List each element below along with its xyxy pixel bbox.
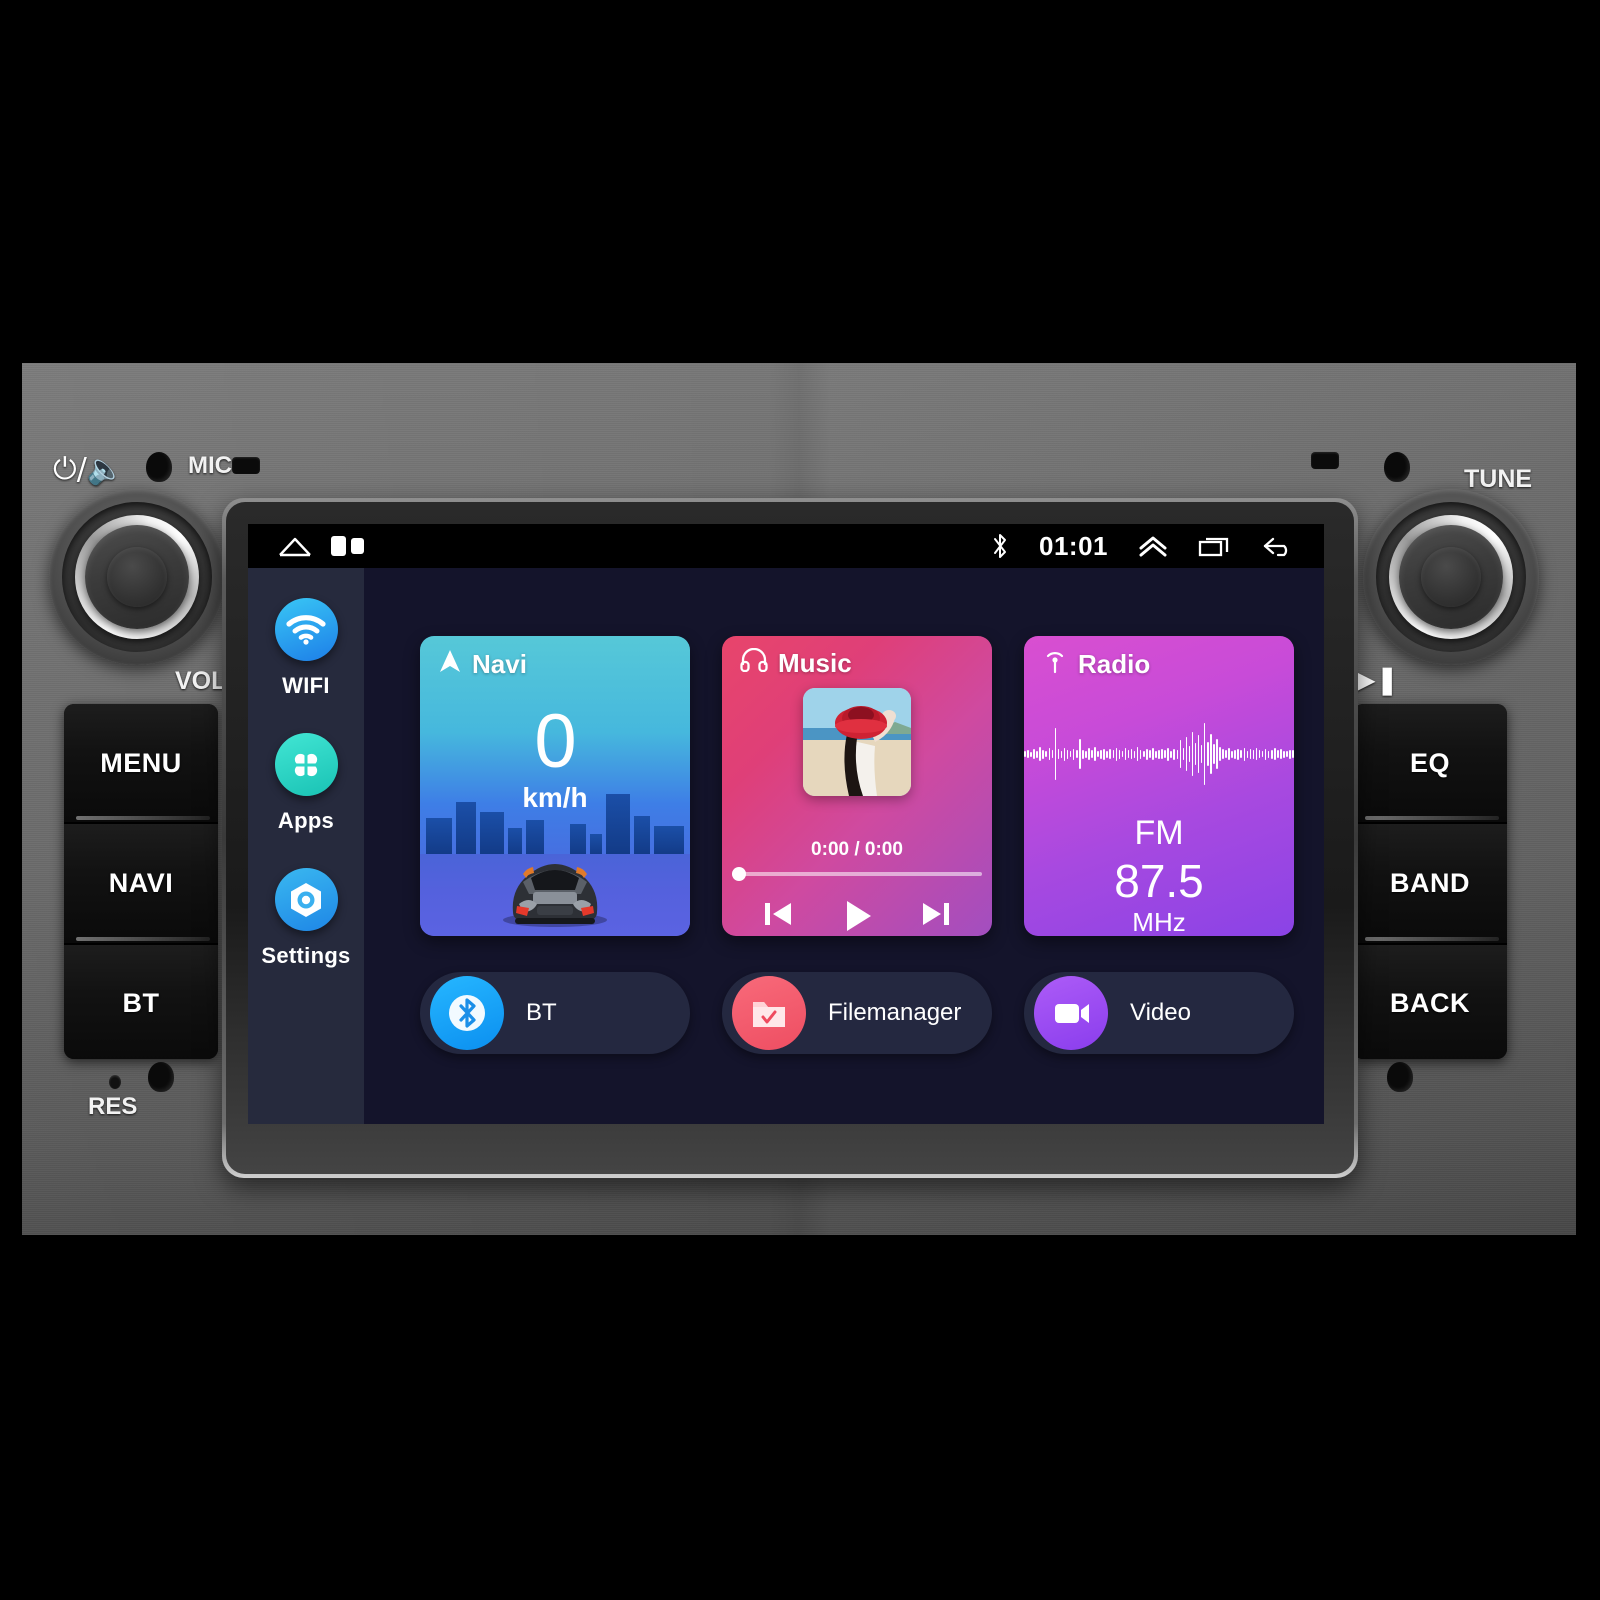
screenshot-root: ⏻/🔈 MIC VOL MENU NAVI BT RES TUNE ▶❚ EQ … [0,0,1600,1600]
bluetooth-icon [991,532,1009,560]
reset-pinhole[interactable] [109,1075,121,1089]
navi-card[interactable]: Navi 0 km/h [420,636,690,936]
radio-card[interactable]: Radio FM 87.5 MHz [1024,636,1294,936]
sidebar-item-settings[interactable]: Settings [261,868,350,969]
sidebar-item-label: WIFI [282,673,330,698]
left-button-stack: MENU NAVI BT [64,704,218,1059]
navi-card-title: Navi [472,649,527,679]
reset-label: RES [88,1093,138,1120]
hw-button-bt[interactable]: BT [64,942,218,1059]
radio-broadcast-icon [1042,648,1068,681]
navi-card-header: Navi [438,648,527,681]
tune-knob-label: TUNE [1464,465,1533,493]
shortcut-filemanager[interactable]: Filemanager [722,972,992,1054]
navigation-arrow-icon [438,648,462,681]
play-pause-icon: ▶❚ [1354,663,1399,696]
volume-knob-center [107,547,167,607]
screw-hole [1384,452,1410,482]
home-icon[interactable] [278,534,312,558]
radio-card-header: Radio [1042,648,1150,681]
seek-handle[interactable] [732,867,746,881]
sidebar-item-wifi[interactable]: WIFI [274,598,338,699]
shortcut-row: BT Filemanager Video [420,972,1294,1054]
status-clock: 01:01 [1039,530,1108,561]
video-camera-icon [1034,976,1108,1050]
radio-readout: FM 87.5 MHz [1024,814,1294,936]
home-screen-main: Navi 0 km/h Music 0:00 / 0:00 Radio FM 8… [364,568,1324,1124]
chevron-up-icon[interactable] [1138,534,1168,558]
shortcut-label: Filemanager [828,999,962,1026]
hw-button-menu[interactable]: MENU [64,704,218,823]
speed-value: 0 [534,699,576,784]
tune-knob[interactable] [1363,489,1539,665]
screw-hole [148,1062,174,1092]
split-screen-icon[interactable] [330,535,366,557]
recents-square-icon[interactable] [1198,534,1232,558]
widget-card-row: Navi 0 km/h Music 0:00 / 0:00 Radio FM 8… [420,636,1294,936]
shortcut-label: Video [1130,999,1191,1026]
album-art [803,688,911,796]
sidebar-item-apps[interactable]: Apps [274,733,338,834]
music-card-title: Music [778,648,852,678]
hw-button-back[interactable]: BACK [1353,942,1507,1059]
music-time: 0:00 / 0:00 [811,839,903,860]
radio-frequency: 87.5 [1114,855,1204,907]
hw-button-navi[interactable]: NAVI [64,822,218,943]
car-graphic [503,864,607,927]
screw-hole [146,452,172,482]
shortcut-label: BT [526,999,557,1026]
settings-hex-icon [274,868,338,931]
left-sidebar: WIFI Apps Settings [248,568,364,1124]
shortcut-bt[interactable]: BT [420,972,690,1054]
folder-check-icon [732,976,806,1050]
volume-knob[interactable] [49,489,225,665]
android-status-bar: 01:01 [248,524,1324,568]
volume-knob-label: VOL [175,667,227,695]
wifi-icon [274,598,338,661]
right-button-stack: EQ BAND BACK [1353,704,1507,1059]
radio-card-title: Radio [1078,649,1151,679]
speed-readout: 0 km/h [420,699,690,814]
radio-frequency-unit: MHz [1132,907,1186,936]
hw-button-eq[interactable]: EQ [1353,704,1507,823]
screw-hole [1387,1062,1413,1092]
apps-grid-icon [274,733,338,796]
bluetooth-icon [430,976,504,1050]
tune-knob-center [1421,547,1481,607]
skip-previous-icon[interactable] [758,894,798,934]
music-seek-bar[interactable] [732,867,982,881]
sidebar-item-label: Settings [261,943,351,968]
radio-waveform [1024,708,1294,800]
hw-button-band[interactable]: BAND [1353,822,1507,943]
speed-unit: km/h [522,782,588,814]
mic-hole [232,457,260,474]
music-card-header: Music [740,647,852,679]
play-icon[interactable] [835,894,879,936]
touchscreen[interactable]: 01:01 WIFI Apps Settings Navi 0 km/h Mus… [248,524,1324,1124]
shortcut-video[interactable]: Video [1024,972,1294,1054]
headphones-icon [740,647,768,679]
radio-band: FM [1134,814,1184,852]
skip-next-icon[interactable] [916,894,956,934]
music-card[interactable]: Music 0:00 / 0:00 [722,636,992,936]
back-arrow-icon[interactable] [1262,534,1294,558]
sidebar-item-label: Apps [277,808,335,833]
ir-sensor [1311,452,1339,469]
mic-label: MIC [188,452,232,479]
power-volume-icon: ⏻/🔈 [53,452,125,487]
